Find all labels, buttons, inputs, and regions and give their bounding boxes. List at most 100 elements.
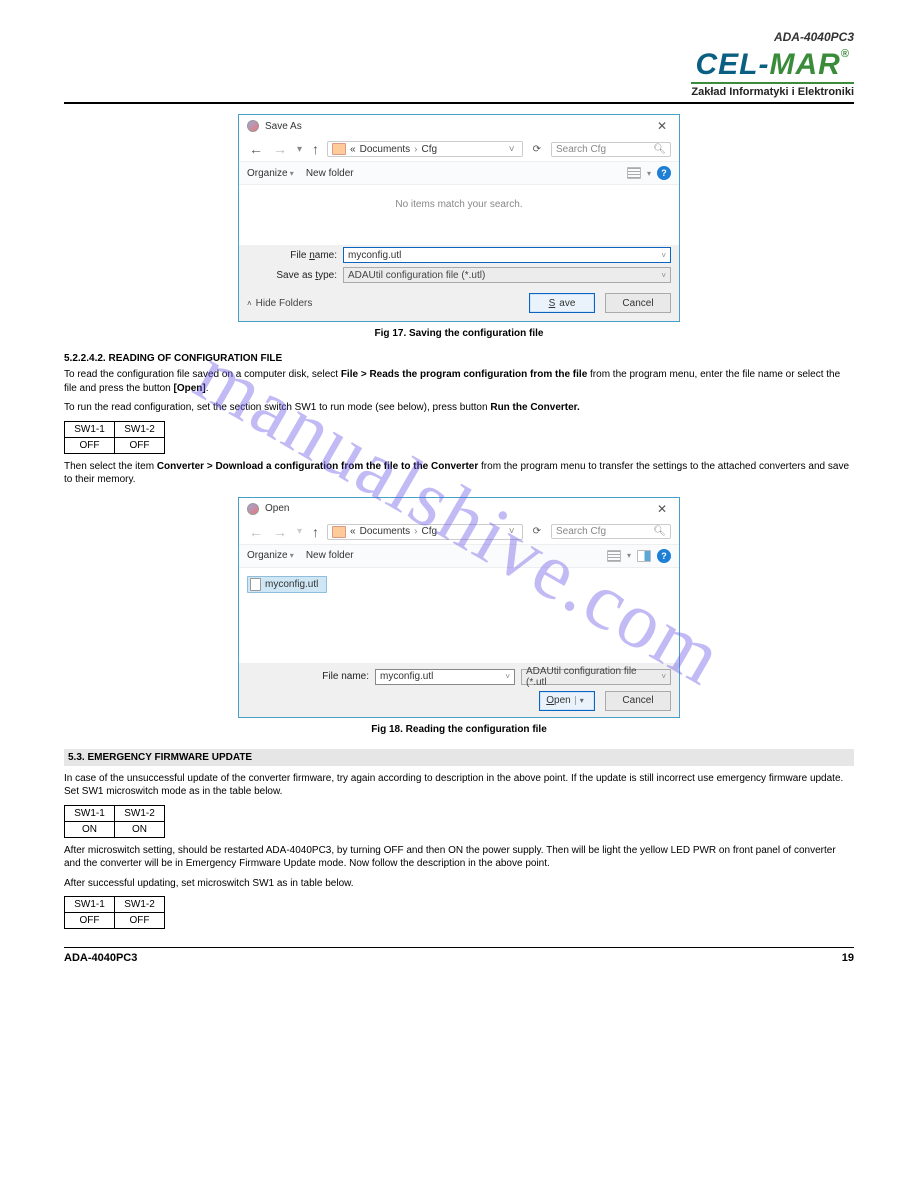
view-icon[interactable]	[607, 550, 621, 562]
newfolder-button[interactable]: New folder	[306, 168, 354, 179]
chevron-right-icon: ›	[414, 526, 417, 537]
sw1-2-val: OFF	[115, 437, 165, 453]
preview-pane-icon[interactable]	[637, 550, 651, 562]
view-dropdown-icon[interactable]: ▾	[627, 551, 631, 560]
bc-cfg[interactable]: Cfg	[422, 526, 438, 537]
sw-table-3: SW1-1SW1-2 OFFOFF	[64, 896, 165, 929]
close-icon[interactable]: ✕	[653, 119, 671, 133]
filename-input[interactable]: myconfig.utl ˅	[343, 247, 671, 263]
search-placeholder: Search Cfg	[556, 526, 606, 537]
filename-input[interactable]: myconfig.utl ˅	[375, 669, 515, 685]
figure-caption-18: Fig 18. Reading the configuration file	[64, 724, 854, 735]
folder-icon	[332, 143, 346, 155]
read-para-2: To run the read configuration, set the s…	[64, 401, 854, 415]
logo-subtitle: Zakład Informatyki i Elektroniki	[691, 82, 854, 98]
sw-table-1: SW1-1SW1-2 OFFOFF	[64, 421, 165, 454]
breadcrumb[interactable]: « Documents › Cfg ˅	[327, 141, 523, 157]
sw1-1-hd: SW1-1	[65, 805, 115, 821]
file-item[interactable]: myconfig.utl	[247, 576, 327, 593]
logo-text: CEL-MAR®	[691, 48, 854, 82]
help-icon[interactable]: ?	[657, 166, 671, 180]
chevron-right-icon: ›	[414, 144, 417, 155]
open-button[interactable]: Open ▾	[539, 691, 595, 711]
registered-icon: ®	[841, 48, 850, 60]
view-dropdown-icon[interactable]: ▾	[647, 169, 651, 178]
read-para-3: Then select the item Converter > Downloa…	[64, 460, 854, 487]
saveastype-select[interactable]: ADAUtil configuration file (*.utl) ˅	[343, 267, 671, 283]
open-split-dropdown-icon[interactable]: ▾	[575, 696, 588, 705]
doc-title: ADA-4040PC3	[64, 30, 854, 44]
close-icon[interactable]: ✕	[653, 502, 671, 516]
sw1-1-val: ON	[65, 821, 115, 837]
hide-folders-toggle[interactable]: ˄ Hide Folders	[247, 298, 312, 309]
figure-caption-17: Fig 17. Saving the configuration file	[64, 328, 854, 339]
saveas-toolbar: Organize New folder ▾ ?	[239, 161, 679, 185]
filetype-select[interactable]: ADAUtil configuration file (*.utl ˅	[521, 669, 671, 685]
save-button[interactable]: Save	[529, 293, 595, 313]
filename-label: File name:	[322, 671, 369, 682]
sw1-2-hd: SW1-2	[115, 805, 165, 821]
emerg-para-2b: After successful updating, set microswit…	[64, 877, 854, 891]
organize-button[interactable]: Organize	[247, 550, 294, 561]
bc-prefix: «	[350, 526, 356, 537]
newfolder-button[interactable]: New folder	[306, 550, 354, 561]
open-title: Open	[265, 503, 289, 514]
filename-value: myconfig.utl	[348, 250, 401, 261]
logo-dash: -	[758, 48, 769, 81]
hide-folders-label: Hide Folders	[256, 298, 313, 309]
recent-dropdown-icon[interactable]: ▾	[295, 526, 304, 537]
view-icon[interactable]	[627, 167, 641, 179]
back-icon[interactable]: ←	[247, 141, 265, 157]
footer-page: 19	[842, 952, 854, 964]
logo-cel: CEL	[695, 48, 758, 81]
chevron-down-icon[interactable]: ˅	[506, 526, 518, 537]
sw1-2-val: OFF	[115, 913, 165, 929]
up-icon[interactable]: ↑	[310, 141, 321, 157]
saveas-navrow: ← → ▾ ↑ « Documents › Cfg ˅ ⟳ Search Cfg…	[239, 137, 679, 161]
cancel-button[interactable]: Cancel	[605, 293, 671, 313]
read-para-1: To read the configuration file saved on …	[64, 368, 854, 395]
back-icon[interactable]: ←	[247, 524, 265, 540]
refresh-icon[interactable]: ⟳	[529, 526, 545, 537]
open-toolbar: Organize New folder ▾ ?	[239, 544, 679, 568]
save-as-dialog: Save As ✕ ← → ▾ ↑ « Documents › Cfg ˅ ⟳ …	[238, 114, 680, 322]
refresh-icon[interactable]: ⟳	[529, 144, 545, 155]
open-titlebar: Open ✕	[239, 498, 679, 520]
chevron-down-icon[interactable]: ˅	[657, 251, 666, 260]
bc-documents[interactable]: Documents	[360, 526, 411, 537]
sw-table-2: SW1-1SW1-2 ONON	[64, 805, 165, 838]
recent-dropdown-icon[interactable]: ▾	[295, 144, 304, 155]
sw1-1-val: OFF	[65, 913, 115, 929]
organize-button[interactable]: Organize	[247, 168, 294, 179]
chevron-down-icon[interactable]: ˅	[657, 672, 666, 681]
page-footer: ADA-4040PC3 19	[64, 947, 854, 964]
cancel-button[interactable]: Cancel	[605, 691, 671, 711]
bc-cfg[interactable]: Cfg	[422, 144, 438, 155]
bc-documents[interactable]: Documents	[360, 144, 411, 155]
search-icon: 🔍︎	[653, 526, 666, 537]
forward-icon[interactable]: →	[271, 524, 289, 540]
app-icon	[247, 503, 259, 515]
sw1-1-hd: SW1-1	[65, 421, 115, 437]
saveas-button-row: ˄ Hide Folders Save Cancel	[239, 285, 679, 321]
file-icon	[250, 578, 261, 591]
chevron-down-icon[interactable]: ˅	[657, 271, 666, 280]
up-icon[interactable]: ↑	[310, 524, 321, 540]
search-input[interactable]: Search Cfg 🔍︎	[551, 524, 671, 539]
page-header: ADA-4040PC3 CEL-MAR® Zakład Informatyki …	[64, 30, 854, 98]
saveastype-row: Save as type: ADAUtil configuration file…	[239, 265, 679, 285]
emerg-para-1: In case of the unsuccessful update of th…	[64, 772, 854, 799]
saveastype-value: ADAUtil configuration file (*.utl)	[348, 270, 485, 281]
chevron-down-icon[interactable]: ˅	[501, 672, 510, 681]
emerg-para-2a: After microswitch setting, should be res…	[64, 844, 854, 871]
sw1-2-val: ON	[115, 821, 165, 837]
forward-icon[interactable]: →	[271, 141, 289, 157]
filename-label: File name:	[247, 250, 337, 261]
sw1-2-hd: SW1-2	[115, 897, 165, 913]
app-icon	[247, 120, 259, 132]
breadcrumb[interactable]: « Documents › Cfg ˅	[327, 524, 523, 540]
help-icon[interactable]: ?	[657, 549, 671, 563]
file-area: myconfig.utl	[239, 568, 679, 663]
search-input[interactable]: Search Cfg 🔍︎	[551, 142, 671, 157]
chevron-down-icon[interactable]: ˅	[506, 144, 518, 155]
